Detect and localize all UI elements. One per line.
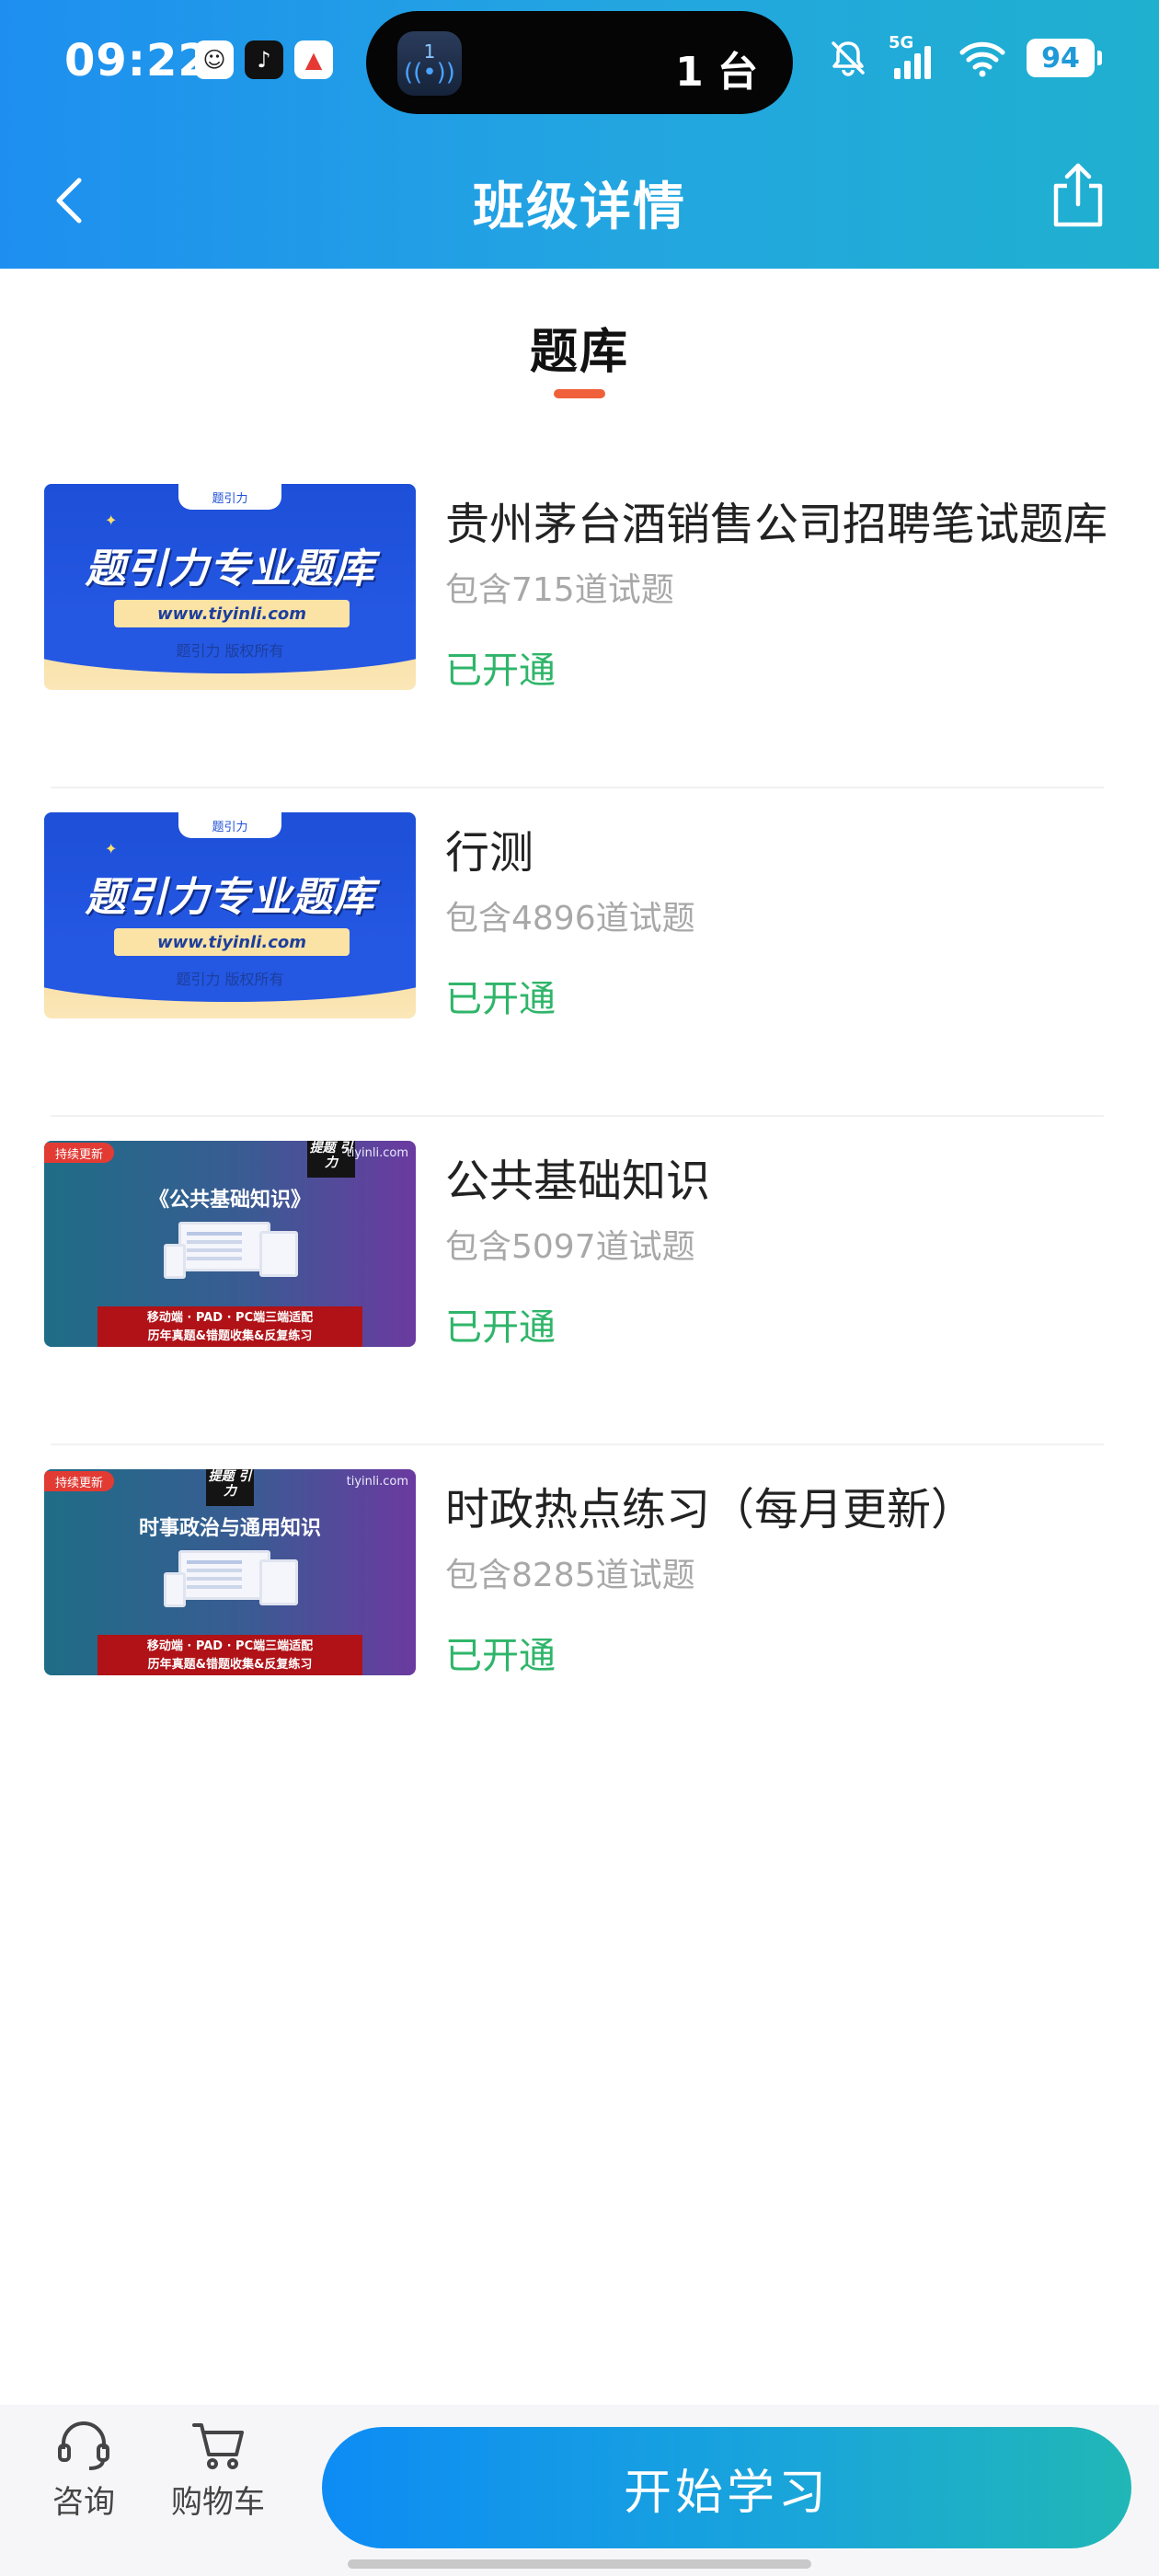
notification-icons: ☺ ♪ ▲ [195,40,333,79]
banner-line-1: 移动端 · PAD · PC端三端适配 [146,1311,314,1325]
item-count: 包含715道试题 [445,571,674,609]
thumbnail-banner: 移动端 · PAD · PC端三端适配 历年真题&错题收集&反复练习 [98,1635,362,1675]
banner-line-2: 历年真题&错题收集&反复练习 [147,1658,313,1672]
broadcast-icon: 1 ((•)) [397,31,462,96]
list-item[interactable]: 持续更新 提题 引力 tiyinli.com 时事政治与通用知识 移动端 · P… [0,1445,1159,1774]
consult-label: 咨询 [52,2484,115,2521]
list-item[interactable]: 持续更新 提题 引力 tiyinli.com 《公共基础知识》 移动端 · PA… [0,1117,1159,1445]
status-bar: 09:22 ☺ ♪ ▲ 1 ((•)) 1 台 5G 94 [0,0,1159,129]
item-thumbnail: 题引力 ✦ 题引力专业题库 www.tiyinli.com 题引力 版权所有 [44,812,416,1018]
thumbnail-url: www.tiyinli.com [114,928,350,956]
cart-button[interactable]: 购物车 [158,2418,278,2522]
list-item[interactable]: 题引力 ✦ 题引力专业题库 www.tiyinli.com 题引力 版权所有 行… [0,788,1159,1117]
item-title: 行测 [445,827,534,879]
share-icon[interactable] [1045,158,1111,232]
thumbnail-headline: 时事政治与通用知识 [138,1517,321,1540]
item-count: 包含5097道试题 [445,1228,695,1266]
tab-active-indicator [554,389,605,398]
item-status: 已开通 [445,978,556,1020]
tab-question-bank[interactable]: 题库 [0,313,1159,382]
banner-line-1: 移动端 · PAD · PC端三端适配 [146,1639,314,1653]
battery-icon: 94 [1027,39,1102,77]
item-count: 包含8285道试题 [445,1557,695,1594]
thumbnail-url: www.tiyinli.com [114,600,350,627]
thumbnail-tab: 题引力 [178,812,281,838]
avatar-app-icon: ☺ [195,40,234,79]
nav-bar: 班级详情 [0,147,1159,248]
item-thumbnail: 题引力 ✦ 题引力专业题库 www.tiyinli.com 题引力 版权所有 [44,484,416,690]
question-bank-list: 题引力 ✦ 题引力专业题库 www.tiyinli.com 题引力 版权所有 贵… [0,460,1159,1774]
signal-icon: 5G [889,33,938,79]
update-badge: 持续更新 [44,1471,115,1491]
island-badge: 1 [423,40,436,63]
devices-illustration-icon [164,1550,300,1607]
thumbnail-banner: 移动端 · PAD · PC端三端适配 历年真题&错题收集&反复练习 [98,1306,362,1347]
wifi-icon [959,41,1005,77]
headset-icon [58,2421,109,2470]
island-text: 1 台 [675,49,758,96]
thumbnail-headline: 《公共基础知识》 [148,1189,311,1212]
item-title: 贵州茅台酒销售公司招聘笔试题库 [445,499,1107,550]
mute-icon [832,41,865,76]
update-badge: 持续更新 [44,1143,115,1163]
item-status: 已开通 [445,1306,556,1349]
banner-line-2: 历年真题&错题收集&反复练习 [147,1329,313,1343]
status-time: 09:22 [64,35,210,86]
item-title: 公共基础知识 [445,1156,711,1207]
item-thumbnail: 持续更新 提题 引力 tiyinli.com 《公共基础知识》 移动端 · PA… [44,1141,416,1347]
thumbnail-copyright: 题引力 版权所有 [176,971,284,988]
brand-logo-icon: 提题 引力 [206,1469,254,1506]
cart-icon [192,2423,244,2469]
item-status: 已开通 [445,650,556,692]
item-thumbnail: 持续更新 提题 引力 tiyinli.com 时事政治与通用知识 移动端 · P… [44,1469,416,1675]
item-status: 已开通 [445,1635,556,1677]
thumbnail-headline: 题引力专业题库 [85,546,375,592]
item-title: 时政热点练习（每月更新） [445,1484,976,1535]
header: 09:22 ☺ ♪ ▲ 1 ((•)) 1 台 5G 94 班级详情 [0,0,1159,269]
page-title: 班级详情 [473,178,686,237]
thumbnail-site: tiyinli.com [346,1146,408,1160]
thumbnail-tab: 题引力 [178,484,281,510]
home-indicator[interactable] [348,2559,811,2569]
bottom-bar: 咨询 购物车 开始学习 [0,2405,1159,2576]
devices-illustration-icon [164,1222,300,1279]
tiktok-app-icon: ♪ [245,40,283,79]
start-learning-button[interactable]: 开始学习 [322,2427,1131,2548]
thumbnail-site: tiyinli.com [346,1475,408,1489]
status-indicators: 5G 94 [828,33,1102,79]
star-icon: ✦ [105,512,118,529]
cart-label: 购物车 [171,2484,265,2521]
consult-button[interactable]: 咨询 [24,2418,143,2522]
dynamic-island[interactable]: 1 ((•)) 1 台 [366,11,793,114]
item-count: 包含4896道试题 [445,900,695,937]
thumbnail-headline: 题引力专业题库 [85,874,375,921]
star-icon: ✦ [105,840,118,857]
list-item[interactable]: 题引力 ✦ 题引力专业题库 www.tiyinli.com 题引力 版权所有 贵… [0,460,1159,788]
thumbnail-copyright: 题引力 版权所有 [176,642,284,660]
red-app-icon: ▲ [294,40,333,79]
